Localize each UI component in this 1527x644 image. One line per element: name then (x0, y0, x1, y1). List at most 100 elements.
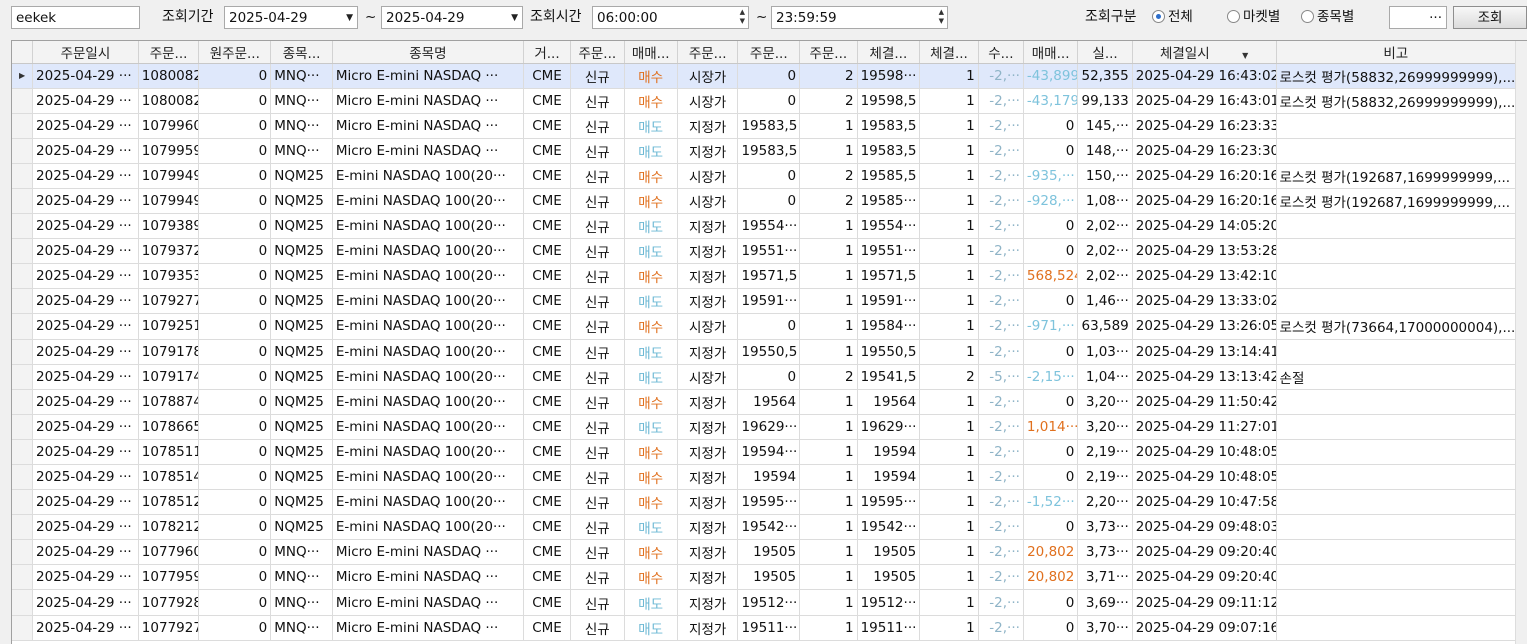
row-indicator[interactable] (12, 439, 34, 466)
table-row[interactable]: 2025-04-29 ··· 1079949 0 NQM25 E-mini NASDAQ… (12, 188, 1517, 215)
table-cell: 1 (799, 238, 858, 265)
table-cell: 2025-04-29 16:20:16 (1132, 188, 1277, 215)
table-cell: 19551··· (857, 238, 921, 265)
table-row[interactable]: 2025-04-29 ··· 1078212 0 NQM25 E-mini NASDAQ… (12, 514, 1517, 541)
table-row[interactable]: 2025-04-29 ··· 1077959 0 MNQ··· Micro E-mini… (12, 564, 1517, 591)
column-header[interactable]: 원주문... (198, 41, 272, 64)
radio-market[interactable]: 마켓별 (1227, 6, 1280, 29)
table-row[interactable]: 2025-04-29 ··· 1078665 0 NQM25 E-mini NASDAQ… (12, 414, 1517, 440)
column-header[interactable]: 실... (1077, 41, 1133, 64)
orders-grid[interactable]: 주문일시 주문... 원주문... 종목... 종목명 거... 주문... 매매... 주문.… (11, 40, 1527, 644)
column-header[interactable]: 매매... (624, 41, 678, 64)
column-header[interactable]: 거... (523, 41, 572, 64)
row-indicator[interactable] (12, 88, 34, 114)
table-row[interactable]: 2025-04-29 ··· 1077928 0 MNQ··· Micro E-mini… (12, 589, 1517, 616)
column-header[interactable]: 주문... (677, 41, 739, 64)
table-row[interactable]: 2025-04-29 ··· 1078511 0 NQM25 E-mini NASDAQ… (12, 439, 1517, 466)
row-indicator[interactable] (12, 163, 34, 189)
spin-arrows-icon[interactable]: ▲ ▼ (740, 8, 745, 26)
browse-button[interactable]: ··· (1389, 6, 1447, 29)
chevron-down-icon[interactable]: ▼ (346, 7, 353, 30)
column-header[interactable]: 체결일시 ▼ (1132, 41, 1277, 64)
table-cell: 19554··· (737, 213, 801, 240)
table-cell: 신규 (570, 339, 625, 365)
table-row[interactable]: 2025-04-29 ··· 1078874 0 NQM25 E-mini NASDAQ… (12, 389, 1517, 415)
table-row[interactable]: 2025-04-29 ··· 1079372 0 NQM25 E-mini NASDAQ… (12, 238, 1517, 265)
column-header[interactable]: 종목명 (332, 41, 524, 64)
table-row[interactable]: 2025-04-29 ··· 1078512 0 NQM25 E-mini NASDAQ… (12, 489, 1517, 516)
table-row[interactable]: 2025-04-29 ··· 1079960 0 MNQ··· Micro E-mini… (12, 113, 1517, 139)
row-indicator[interactable] (12, 464, 34, 491)
row-indicator[interactable] (12, 138, 34, 164)
row-indicator[interactable] (12, 313, 34, 340)
table-row[interactable]: 2025-04-29 ··· 1077927 0 MNQ··· Micro E-mini… (12, 615, 1517, 641)
table-cell: CME (523, 464, 572, 491)
column-header[interactable]: 주문... (737, 41, 801, 64)
column-header[interactable]: 비고 (1276, 41, 1517, 64)
column-header[interactable]: 주문... (799, 41, 858, 64)
row-indicator[interactable] (12, 213, 34, 240)
column-header[interactable]: 수... (978, 41, 1024, 64)
row-indicator[interactable] (12, 339, 34, 365)
account-input[interactable]: eekek (11, 6, 140, 29)
table-cell: 1,04··· (1077, 364, 1133, 390)
row-indicator[interactable] (12, 539, 34, 566)
sort-descending-icon: ▼ (1239, 50, 1249, 60)
row-indicator[interactable] (12, 414, 34, 440)
table-row[interactable]: 2025-04-29 ··· 1079389 0 NQM25 E-mini NASDAQ… (12, 213, 1517, 240)
column-header[interactable]: 체결... (857, 41, 921, 64)
row-indicator[interactable] (12, 238, 34, 265)
table-cell: 19511··· (857, 615, 921, 641)
table-row[interactable]: 2025-04-29 ··· 1079277 0 NQM25 E-mini NASDAQ… (12, 288, 1517, 315)
date-from-picker[interactable]: 2025-04-29 ▼ (224, 6, 358, 29)
row-indicator[interactable] (12, 188, 34, 215)
row-indicator[interactable] (12, 564, 34, 591)
table-row[interactable]: 2025-04-29 ··· 1079949 0 NQM25 E-mini NASDAQ… (12, 163, 1517, 189)
time-from-stepper[interactable]: 06:00:00 ▲ ▼ (592, 6, 749, 29)
table-row[interactable]: 2025-04-29 ··· 1079251 0 NQM25 E-mini NASDAQ… (12, 313, 1517, 340)
radio-all[interactable]: 전체 (1152, 6, 1193, 29)
table-row[interactable]: 2025-04-29 ··· 1079174 0 NQM25 E-mini NASDAQ… (12, 364, 1517, 390)
table-cell: 19629··· (737, 414, 801, 440)
column-header[interactable]: 체결... (919, 41, 979, 64)
spin-arrows-icon[interactable]: ▲ ▼ (939, 8, 944, 26)
table-cell: E-mini NASDAQ 100(20··· (332, 163, 524, 189)
row-indicator[interactable] (12, 489, 34, 516)
search-button[interactable]: 조회 (1453, 6, 1527, 29)
date-to-picker[interactable]: 2025-04-29 ▼ (381, 6, 523, 29)
row-indicator[interactable] (12, 288, 34, 315)
row-indicator[interactable] (12, 364, 34, 390)
table-cell: 1079277 (138, 288, 200, 315)
column-header[interactable]: 매매... (1023, 41, 1079, 64)
table-cell: 매수 (624, 313, 678, 340)
chevron-down-icon[interactable]: ▼ (511, 7, 518, 30)
time-to-stepper[interactable]: 23:59:59 ▲ ▼ (771, 6, 948, 29)
table-cell: 3,73··· (1077, 539, 1133, 566)
table-row[interactable]: 2025-04-29 ··· 1078514 0 NQM25 E-mini NASDAQ… (12, 464, 1517, 491)
table-cell: 2025-04-29 ··· (32, 63, 139, 89)
row-indicator[interactable] (12, 514, 34, 541)
table-row[interactable]: ▶ 2025-04-29 ··· 1080082 0 MNQ··· Micro E-min… (12, 63, 1517, 89)
date-to-value: 2025-04-29 (386, 10, 465, 26)
vertical-scrollbar[interactable] (1515, 41, 1527, 644)
table-row[interactable]: 2025-04-29 ··· 1080082 0 MNQ··· Micro E-mini… (12, 88, 1517, 114)
column-header[interactable]: 주문일시 (32, 41, 139, 64)
table-cell: NQM25 (270, 414, 333, 440)
column-header[interactable]: 주문... (570, 41, 625, 64)
row-indicator[interactable] (12, 263, 34, 290)
row-indicator[interactable]: ▶ (12, 63, 34, 89)
row-indicator[interactable] (12, 589, 34, 616)
table-row[interactable]: 2025-04-29 ··· 1079353 0 NQM25 E-mini NASDAQ… (12, 263, 1517, 290)
table-cell (1276, 564, 1517, 591)
table-row[interactable]: 2025-04-29 ··· 1077960 0 MNQ··· Micro E-mini… (12, 539, 1517, 566)
table-cell: 0 (198, 63, 272, 89)
row-indicator[interactable] (12, 113, 34, 139)
row-indicator[interactable] (12, 389, 34, 415)
radio-item[interactable]: 종목별 (1301, 6, 1354, 29)
table-row[interactable]: 2025-04-29 ··· 1079178 0 NQM25 E-mini NASDAQ… (12, 339, 1517, 365)
column-header[interactable]: 종목... (270, 41, 333, 64)
row-indicator[interactable] (12, 615, 34, 641)
table-cell: 신규 (570, 238, 625, 265)
column-header[interactable]: 주문... (138, 41, 200, 64)
table-row[interactable]: 2025-04-29 ··· 1079959 0 MNQ··· Micro E-mini… (12, 138, 1517, 164)
